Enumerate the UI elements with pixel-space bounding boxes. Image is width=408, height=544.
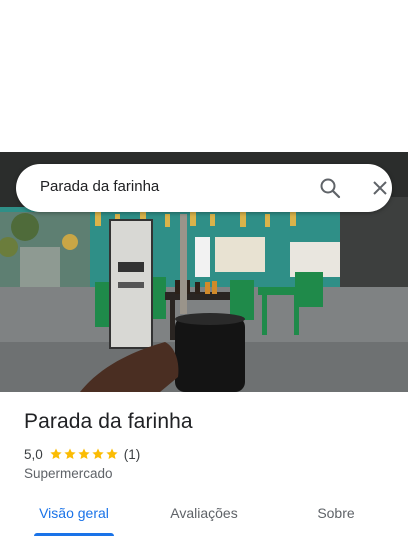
review-count[interactable]: (1) [124, 447, 141, 462]
active-tab-indicator [34, 533, 114, 536]
star-icon [78, 448, 90, 460]
rating-row[interactable]: 5,0 (1) [24, 445, 140, 463]
star-icon [92, 448, 104, 460]
close-icon[interactable] [368, 176, 392, 200]
rating-value: 5,0 [24, 446, 43, 462]
top-blank-area [0, 0, 408, 152]
star-icon [64, 448, 76, 460]
tab-bar: Visão geral Avaliações Sobre [0, 496, 408, 544]
place-category: Supermercado [24, 466, 113, 481]
place-info-panel: Parada da farinha 5,0 (1) Supermercado V… [0, 392, 408, 544]
search-input[interactable]: Parada da farinha [40, 164, 159, 212]
star-icon [50, 448, 62, 460]
search-bar[interactable]: Parada da farinha [16, 164, 392, 212]
star-icon [106, 448, 118, 460]
place-title: Parada da farinha [24, 410, 193, 433]
search-icon[interactable] [318, 176, 342, 200]
star-rating [49, 447, 119, 461]
tab-about[interactable]: Sobre [296, 496, 376, 536]
tab-reviews[interactable]: Avaliações [154, 496, 254, 536]
tab-overview[interactable]: Visão geral [24, 496, 124, 536]
